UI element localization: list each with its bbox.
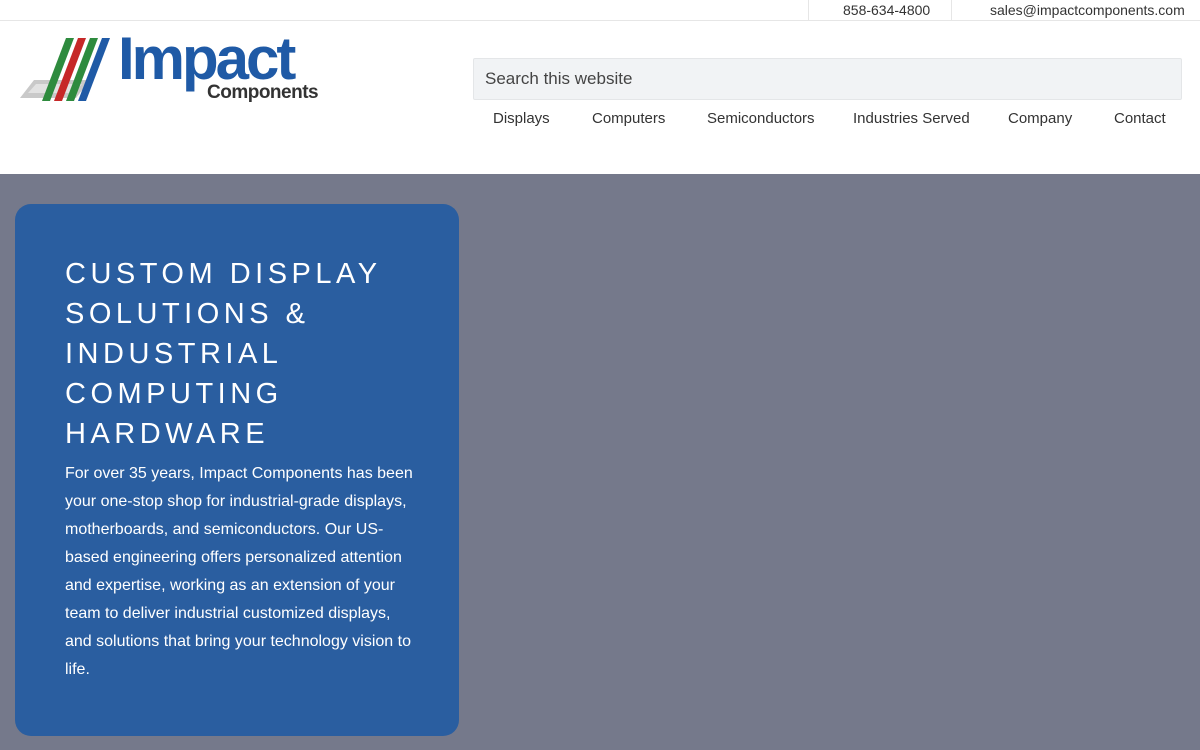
- email-link[interactable]: sales@impactcomponents.com: [990, 2, 1185, 18]
- hero-title: Custom Display Solutions & Industrial Co…: [65, 258, 382, 450]
- logo-stripes-icon: [20, 38, 110, 101]
- search-input[interactable]: [473, 58, 1182, 100]
- hero-description: For over 35 years, Impact Components has…: [65, 465, 413, 678]
- nav-computers[interactable]: Computers: [592, 110, 665, 127]
- site-logo[interactable]: Impact Components: [20, 29, 330, 105]
- nav-semiconductors[interactable]: Semiconductors: [707, 110, 815, 127]
- nav-contact[interactable]: Contact: [1114, 110, 1166, 127]
- logo-subtitle: Components: [207, 82, 319, 103]
- topbar-divider: [951, 0, 952, 21]
- nav-company[interactable]: Company: [1008, 110, 1072, 127]
- nav-industries-served[interactable]: Industries Served: [853, 110, 970, 127]
- topbar-divider: [808, 0, 809, 21]
- nav-displays[interactable]: Displays: [493, 110, 550, 127]
- top-bar: 858-634-4800 sales@impactcomponents.com: [0, 0, 1200, 21]
- site-header: Impact Components Displays Computers Sem…: [0, 21, 1200, 174]
- hero-card: Custom Display Solutions & Industrial Co…: [15, 204, 459, 736]
- hero-section: Custom Display Solutions & Industrial Co…: [0, 174, 1200, 750]
- phone-link[interactable]: 858-634-4800: [843, 2, 930, 18]
- logo-wordmark: Impact: [118, 25, 296, 92]
- main-nav: Displays Computers Semiconductors Indust…: [473, 110, 1182, 130]
